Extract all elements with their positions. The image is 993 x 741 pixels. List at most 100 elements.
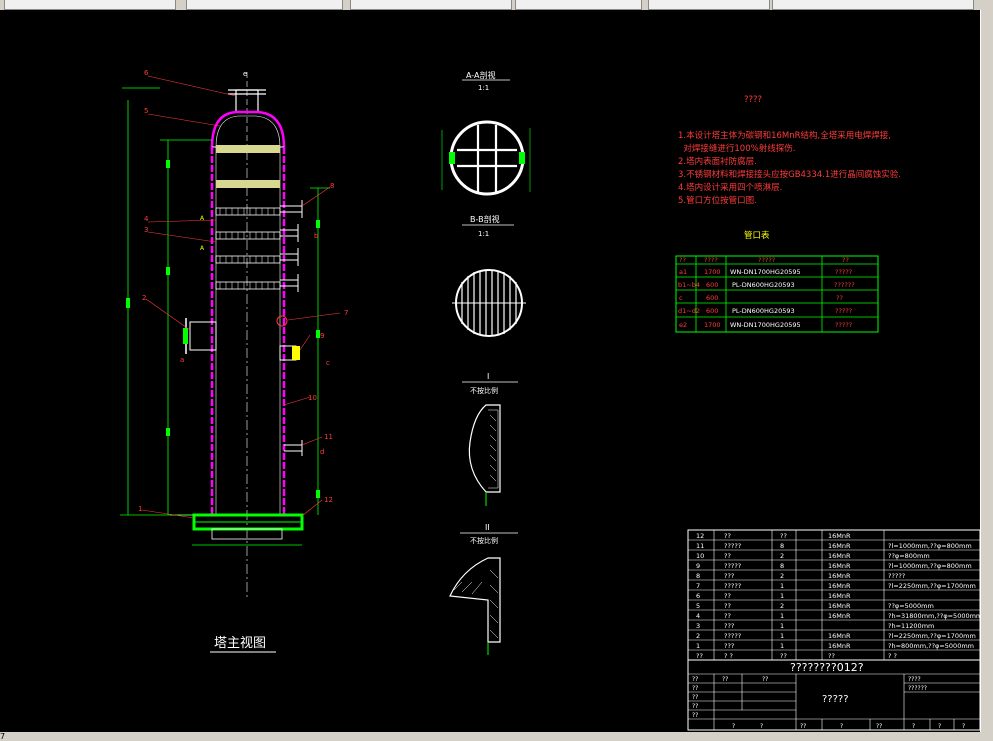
title-block: ????????012? ????? ?? ?? ?? ?? ?? ?? ?? …: [687, 659, 980, 731]
parts-cell: ??: [724, 532, 731, 540]
title-label: ??: [692, 685, 698, 692]
detail-2-title: II: [485, 523, 490, 532]
nozzle-cell: 1700: [704, 321, 721, 329]
callout-a: a: [180, 356, 184, 364]
title-bottom: ?: [962, 723, 965, 730]
detail-1: I 不按比例: [462, 372, 518, 506]
cad-canvas[interactable]: 6 5 4 3 2 1 8 b a 9 c 10 11 d 12 7 e A A…: [0, 10, 980, 732]
note-line-1: 1.本设计塔主体为碳钢和16MnR结构,全塔采用电焊焊接,: [678, 130, 891, 141]
section-mark-a2: A: [200, 245, 205, 252]
nozzle-cell: PL-DN600HG20593: [732, 281, 795, 289]
parts-cell: 1: [780, 642, 784, 650]
note-line-5: 4.塔内设计采用四个喷淋层.: [678, 182, 782, 193]
parts-cell: ??φ=800mm: [888, 552, 930, 560]
parts-cell: 16MnR: [828, 552, 851, 560]
parts-cell: 16MnR: [828, 532, 851, 540]
status-text: 7: [0, 732, 6, 741]
parts-cell: ? ?: [888, 652, 897, 660]
parts-cell: 9: [696, 562, 700, 570]
tab-1[interactable]: [4, 0, 176, 10]
detail-2-scale: 不按比例: [470, 536, 498, 545]
title-cell: ??: [722, 676, 728, 683]
callout-6: 6: [144, 69, 149, 77]
vertical-scrollbar[interactable]: [980, 10, 993, 732]
nozzle-c: [276, 315, 300, 361]
parts-cell: 16MnR: [828, 562, 851, 570]
nozzle-cell: ?????: [835, 307, 852, 315]
callout-4: 4: [144, 215, 149, 223]
dimension-ticks: [126, 160, 320, 498]
top-head: [210, 110, 286, 148]
title-bottom: ??: [876, 723, 882, 730]
parts-cell: ?l=2250mm,??φ=1700mm: [888, 582, 976, 590]
title-bottom: ??: [800, 723, 806, 730]
tab-4[interactable]: [515, 0, 642, 10]
parts-cell: 1: [780, 622, 784, 630]
parts-cell: ?????: [724, 582, 741, 590]
title-right-label: ????: [908, 676, 921, 683]
title-cell: ??: [762, 676, 768, 683]
callout-3: 3: [144, 226, 148, 234]
callout-d: d: [320, 448, 324, 456]
callout-e: e: [243, 70, 247, 78]
callout-10: 10: [308, 394, 317, 402]
parts-cell: 3: [696, 622, 700, 630]
nozzle-cell: d1~d2: [678, 307, 700, 315]
parts-cell: 4: [696, 612, 700, 620]
tab-3[interactable]: [350, 0, 512, 10]
spray-levels: [215, 200, 303, 292]
parts-cell: ??: [780, 652, 787, 660]
section-mark-a1: A: [200, 215, 205, 222]
tab-6[interactable]: [772, 0, 974, 10]
callout-2: 2: [142, 294, 146, 302]
parts-cell: ?????: [724, 562, 741, 570]
tab-5[interactable]: [648, 0, 770, 10]
parts-cell: ?l=2250mm,??φ=1700mm: [888, 632, 976, 640]
callout-7: 7: [344, 309, 348, 317]
parts-cell: 1: [696, 642, 700, 650]
nozzle-cell: WN-DN1700HG20595: [730, 268, 801, 276]
title-label: ??: [692, 703, 698, 710]
nozzle-header-2: ????: [704, 256, 718, 264]
drawing-number: ????????012?: [790, 661, 864, 674]
callout-11: 11: [324, 433, 333, 441]
note-line-6: 5.管口方位按管口图.: [678, 195, 757, 206]
parts-cell: ??: [724, 552, 731, 560]
parts-cell: 1: [780, 612, 784, 620]
title-label: ??: [692, 694, 698, 701]
parts-cell: ?????: [724, 632, 741, 640]
parts-cell: 2: [780, 552, 784, 560]
section-aa-scale: 1:1: [478, 84, 489, 92]
parts-cell: ?h=11200mm: [888, 622, 934, 630]
section-aa: A-A剖视 1:1: [441, 70, 531, 196]
callout-9: 9: [320, 332, 324, 340]
nozzle-cell: c: [679, 294, 683, 302]
parts-cell: 12: [696, 532, 704, 540]
parts-cell: ??: [828, 652, 835, 660]
nozzle-d: [284, 440, 303, 456]
callout-5: 5: [144, 107, 148, 115]
parts-cell: 16MnR: [828, 582, 851, 590]
demister-layer-1: [216, 145, 280, 153]
nozzle-cell: e2: [679, 321, 687, 329]
drawing-svg: 6 5 4 3 2 1 8 b a 9 c 10 11 d 12 7 e A A…: [120, 69, 980, 731]
nozzle-cell: WN-DN1700HG20595: [730, 321, 801, 329]
parts-cell: ??: [724, 602, 731, 610]
parts-cell: ??φ=5000mm: [888, 602, 934, 610]
parts-cell: ?????: [724, 542, 741, 550]
callout-b: b: [314, 232, 319, 240]
parts-cell: 8: [780, 562, 784, 570]
parts-cell: 11: [696, 542, 704, 550]
callout-1: 1: [138, 505, 142, 513]
parts-cell: ?h=800mm,??φ=5000mm: [888, 642, 974, 650]
detail-1-scale: 不按比例: [470, 386, 498, 395]
title-right-label: ??????: [908, 685, 927, 692]
tab-2[interactable]: [186, 0, 343, 10]
parts-cell: 10: [696, 552, 704, 560]
dimension-lines: [120, 87, 330, 546]
leaders: [141, 75, 341, 519]
parts-cell: ?h=31800mm,??φ=5000mm: [888, 612, 980, 620]
title-bottom: ?: [732, 723, 735, 730]
main-view-title: 塔主视图: [214, 636, 266, 651]
detail-1-title: I: [487, 372, 489, 381]
